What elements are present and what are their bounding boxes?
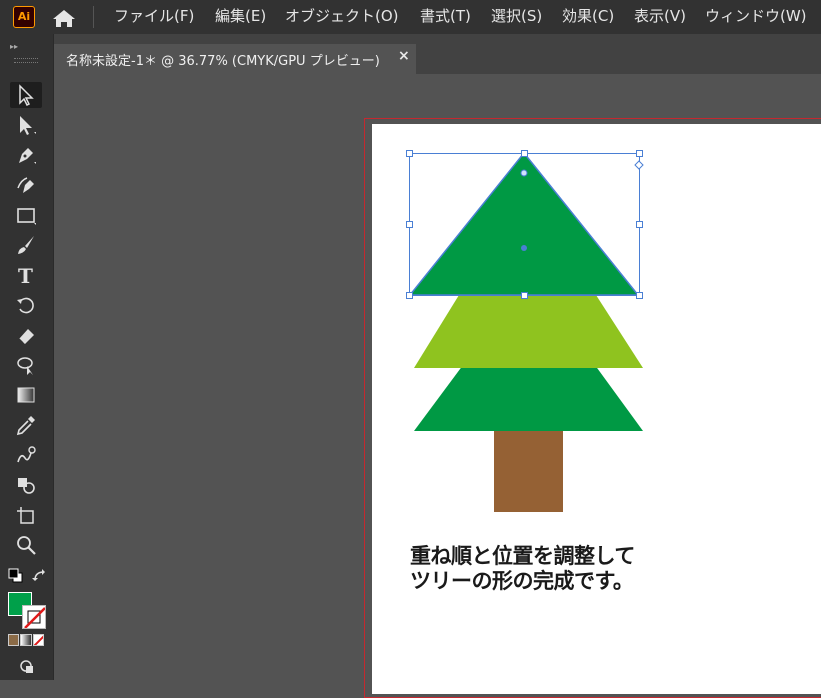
artboard-note-text[interactable]: 重ね順と位置を調整して ツリーの形の完成です。 — [410, 544, 635, 594]
tree-lower-tier[interactable] — [414, 361, 643, 431]
note-line-1: 重ね順と位置を調整して — [410, 544, 635, 568]
corner-widget-icon[interactable] — [634, 160, 644, 170]
tree-middle-tier[interactable] — [414, 295, 643, 368]
center-point-icon — [521, 245, 527, 251]
note-line-2: ツリーの形の完成です。 — [410, 569, 634, 593]
anchor-point-icon[interactable] — [520, 169, 528, 177]
tree-trunk[interactable] — [494, 430, 563, 512]
